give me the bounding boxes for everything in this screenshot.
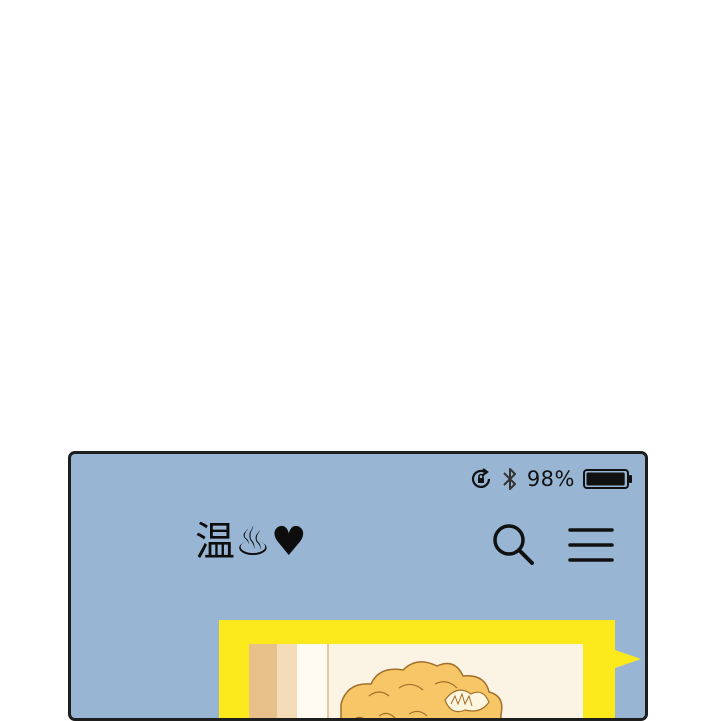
- app-logo[interactable]: 温♨♥: [195, 518, 307, 566]
- thumbnail-image: [249, 644, 583, 718]
- search-icon: [493, 524, 534, 565]
- thumbnail-illustration: [340, 661, 503, 718]
- menu-icon: [568, 528, 614, 562]
- battery-icon: [583, 468, 633, 490]
- thumbnail-pointer: [615, 650, 641, 668]
- phone-screen: 98% 温♨♥: [68, 451, 648, 721]
- rotation-lock-icon: [469, 467, 493, 491]
- menu-button[interactable]: [567, 524, 615, 566]
- status-bar: 98%: [469, 466, 633, 492]
- app-header: 温♨♥: [71, 514, 645, 574]
- content-thumbnail[interactable]: [219, 620, 615, 718]
- search-button[interactable]: [491, 522, 537, 568]
- battery-percentage: 98%: [526, 467, 575, 491]
- bluetooth-icon: [501, 466, 519, 492]
